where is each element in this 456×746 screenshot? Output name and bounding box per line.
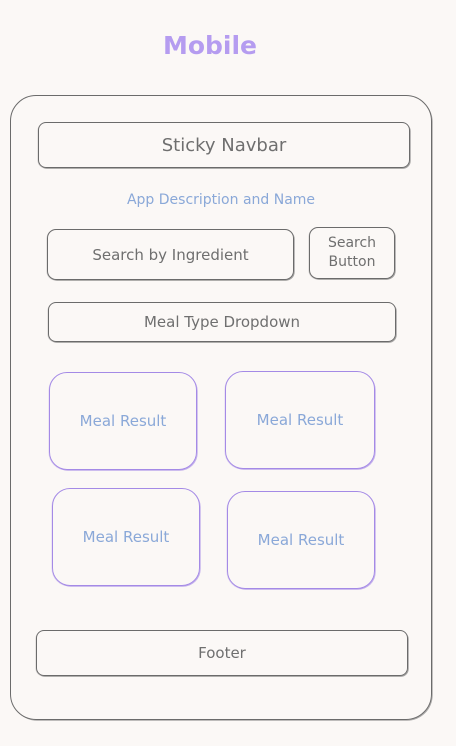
search-button-label-line2: Button [328, 254, 376, 270]
search-button-label-line1: Search [327, 235, 377, 251]
meal-result-card[interactable]: Meal Result [52, 488, 200, 586]
meal-type-dropdown[interactable]: Meal Type Dropdown [48, 302, 396, 342]
meal-result-card[interactable]: Meal Result [225, 371, 375, 469]
app-description: App Description and Name [126, 192, 316, 208]
search-button[interactable]: Search Button [309, 227, 395, 279]
search-input[interactable]: Search by Ingredient [47, 229, 294, 280]
sticky-navbar[interactable]: Sticky Navbar [38, 122, 410, 168]
wireframe-title: Mobile [162, 30, 258, 60]
meal-result-card[interactable]: Meal Result [49, 372, 197, 470]
meal-result-card[interactable]: Meal Result [227, 491, 375, 589]
footer: Footer [36, 630, 408, 676]
